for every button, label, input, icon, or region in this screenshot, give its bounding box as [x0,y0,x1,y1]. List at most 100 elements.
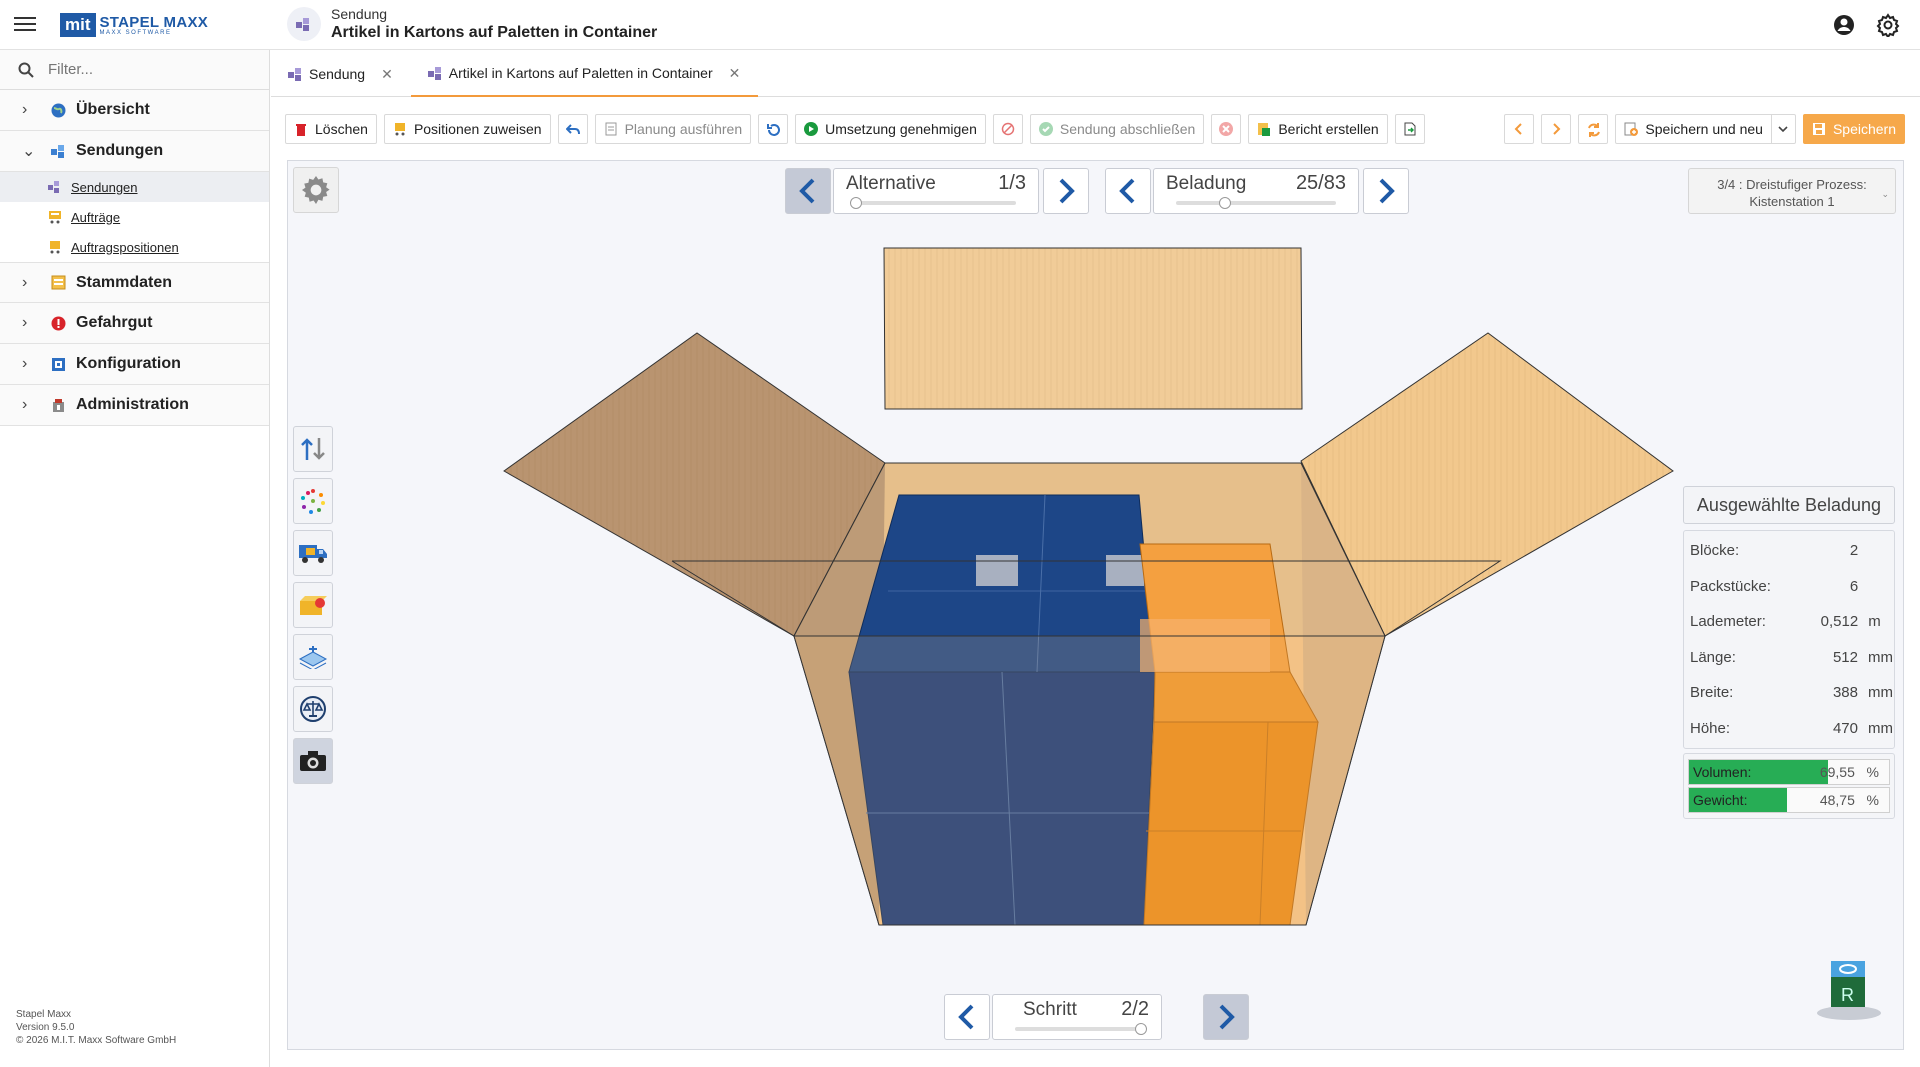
sidebar: › Übersicht ⌄ Sendungen Sendungen Aufträ… [0,50,270,1067]
stat-row-lademeter: Lademeter: 0,512 m [1684,604,1894,640]
sidebar-item-label: Sendungen [76,142,164,159]
toolbar: Löschen Positionen zuweisen Planung ausf… [285,114,1425,144]
sidebar-subitem-auftraege[interactable]: Aufträge [0,202,269,232]
previous-record-button[interactable] [1504,114,1535,144]
save-button[interactable]: Speichern [1802,114,1905,144]
sidebar-subitem-label: Aufträge [71,209,121,225]
sidebar-item-stammdaten[interactable]: › Stammdaten [0,262,269,303]
stat-row-packstuecke: Packstücke: 6 [1684,569,1894,605]
run-planning-label: Planung ausführen [624,121,743,137]
sidebar-item-label: Übersicht [76,101,150,118]
account-icon[interactable] [1832,13,1856,37]
tab-sendung[interactable]: Sendung ✕ [271,51,411,97]
report-icon [1257,122,1271,136]
approve-button[interactable]: Umsetzung genehmigen [795,114,986,144]
hazard-icon [50,315,66,331]
gear-icon[interactable] [1876,13,1900,37]
undo-button[interactable] [557,114,588,144]
chevron-down-icon[interactable] [1770,115,1795,143]
shipment-icon [287,7,321,41]
stat-value: 512 [1832,648,1858,666]
document-title: Artikel in Kartons auf Paletten in Conta… [331,24,658,41]
assign-positions-button[interactable]: Positionen zuweisen [383,114,551,144]
tab-artikel[interactable]: Artikel in Kartons auf Paletten in Conta… [410,51,759,97]
menu-icon[interactable] [14,14,36,34]
floppy-icon [1812,122,1826,136]
stat-label: Packstücke: [1690,577,1771,595]
close-icon[interactable]: ✕ [381,66,393,83]
sidebar-subitem-auftragspositionen[interactable]: Auftragspositionen [0,232,269,262]
sidebar-item-uebersicht[interactable]: › Übersicht [0,90,269,131]
step-prev-button[interactable] [944,994,990,1040]
export-button[interactable] [1394,114,1425,144]
viewer-logo: R [1817,961,1881,1020]
stat-value: 0,512 [1820,613,1859,631]
sidebar-subitem-sendungen[interactable]: Sendungen [0,172,269,202]
stat-label: Lademeter: [1690,613,1766,631]
step-stepper[interactable]: Schritt 2/2 [992,994,1162,1040]
step-next-button[interactable] [1203,994,1249,1040]
footer-version: Version 9.5.0 [16,1022,75,1033]
box-3d-scene[interactable] [288,161,1905,1051]
3d-viewer[interactable]: Alternative 1/3 Beladung 25/83 3/4 : Dre… [287,160,1904,1050]
chevron-right-icon: › [22,355,28,372]
finish-shipment-button[interactable]: Sendung abschließen [1029,114,1205,144]
chevron-right-icon: › [22,314,28,331]
stat-row-breite: Breite: 388 mm [1684,675,1894,711]
sidebar-item-konfiguration[interactable]: › Konfiguration [0,344,269,385]
order-icon [48,210,62,224]
volume-label: Volumen: [1693,764,1752,780]
reopen-button[interactable] [1211,114,1242,144]
chevron-right-icon [1219,1004,1235,1030]
step-label: Schritt [1023,999,1077,1020]
globe-icon [50,102,66,118]
weight-label: Gewicht: [1693,792,1748,808]
shipment-icon [287,66,303,82]
close-circle-icon [1219,122,1234,136]
approve-label: Umsetzung genehmigen [825,121,977,137]
close-icon[interactable]: ✕ [729,65,741,82]
stat-unit: mm [1868,648,1893,666]
stat-unit: mm [1868,719,1893,737]
check-icon [1038,122,1053,136]
refresh-button[interactable] [1578,114,1609,144]
step-value: 2/2 [1121,998,1149,1020]
chevron-right-icon: › [22,396,28,413]
chevron-right-icon: › [22,101,28,118]
shipment-icon [50,143,66,159]
sidebar-item-sendungen[interactable]: ⌄ Sendungen [0,131,269,172]
logo[interactable]: mit STAPEL MAXX MAXX SOFTWARE [60,12,208,38]
sidebar-item-administration[interactable]: › Administration [0,385,269,426]
document-header: Sendung Artikel in Kartons auf Paletten … [287,6,657,42]
stat-unit: m [1868,613,1881,631]
logo-name: STAPEL MAXX [99,13,209,31]
footer-copyright: © 2026 M.I.T. Maxx Software GmbH [16,1035,177,1046]
viewer-logo-letter: R [1841,985,1854,1005]
stat-label: Breite: [1690,684,1734,702]
stat-label: Blöcke: [1690,542,1740,560]
filter-box [0,50,269,90]
filter-input[interactable] [46,60,246,79]
delete-button[interactable]: Löschen [285,114,377,144]
cancel-approval-button[interactable] [992,114,1023,144]
reset-button[interactable] [758,114,789,144]
save-and-new-button[interactable]: Speichern und neu [1615,114,1796,144]
sidebar-subitem-label: Auftragspositionen [71,239,179,255]
step-slider-handle[interactable] [1135,1023,1147,1035]
panel-title[interactable]: Ausgewählte Beladung [1683,486,1895,524]
sidebar-item-label: Konfiguration [76,355,181,372]
play-icon [804,122,819,136]
weight-value: 48,75 % [1820,792,1879,808]
create-report-button[interactable]: Bericht erstellen [1248,114,1388,144]
master-data-icon [50,275,66,291]
next-record-button[interactable] [1541,114,1572,144]
file-export-icon [1403,122,1417,136]
finish-shipment-label: Sendung abschließen [1059,121,1196,137]
delete-label: Löschen [315,121,368,137]
step-slider-track[interactable] [1015,1027,1139,1031]
stat-value: 388 [1832,684,1858,702]
utilization-bars: Volumen: 69,55 % Gewicht: 48,75 % [1683,753,1895,819]
box-front-wall [793,635,1386,926]
sidebar-item-gefahrgut[interactable]: › Gefahrgut [0,303,269,344]
run-planning-button[interactable]: Planung ausführen [594,114,752,144]
